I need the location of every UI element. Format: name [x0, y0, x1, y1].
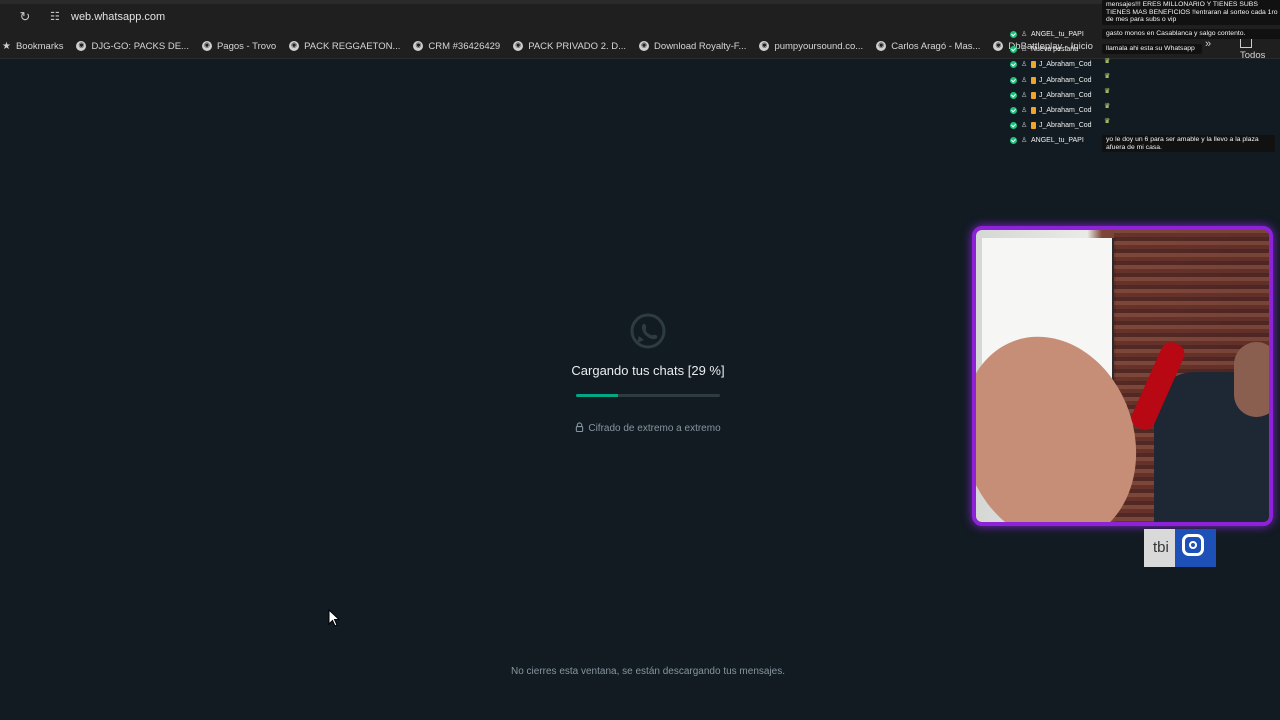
bookmark-icon: ◉: [759, 41, 770, 51]
viewer-name: ANGEL_tu_PAPI: [1031, 31, 1084, 39]
bookmark-item[interactable]: ◉ DJG-GO: PACKS DE...: [76, 40, 189, 52]
loading-status: Cargando tus chats [29 %]: [571, 363, 725, 378]
online-check-icon: [1010, 91, 1017, 99]
bookmark-item[interactable]: ◉ PACK PRIVADO 2. D...: [513, 41, 626, 52]
viewer-name: J_Abraham_Cod: [1039, 76, 1092, 84]
viewer-row: ♙ J_Abraham_Cod: [1010, 118, 1104, 133]
site-info-icon[interactable]: ☷: [50, 10, 64, 24]
encryption-text: Cifrado de extremo a extremo: [588, 423, 721, 434]
crown-icon: ♛: [1104, 103, 1111, 110]
user-icon: ♙: [1021, 91, 1028, 99]
encryption-note: Cifrado de extremo a extremo: [540, 422, 756, 434]
bookmark-icon: ◉: [413, 41, 424, 51]
social-badge: tbi: [1144, 529, 1216, 567]
online-check-icon: [1010, 137, 1017, 145]
crown-icon: ♛: [1104, 88, 1111, 95]
webcam-face: [1234, 342, 1269, 417]
bookmark-item[interactable]: ◉ PACK REGGAETON...: [289, 41, 400, 52]
bookmark-item[interactable]: ◉ Carlos Aragó - Mas...: [876, 41, 980, 52]
whatsapp-icon: [629, 312, 667, 350]
loading-progress-fill: [576, 394, 618, 397]
loading-progress-bar: [576, 394, 720, 397]
sub-badge-icon: [1031, 122, 1036, 130]
viewer-row: ♙ Nueva pestaña: [1010, 42, 1104, 57]
bookmark-icon: ◉: [289, 41, 300, 51]
bookmarks-button[interactable]: ★ Bookmarks: [0, 41, 63, 52]
bookmark-icon: ◉: [76, 41, 87, 51]
user-icon: ♙: [1021, 61, 1028, 69]
online-check-icon: [1010, 107, 1017, 115]
bookmark-icon: ◉: [876, 41, 887, 51]
mouse-pointer-icon: [328, 609, 340, 627]
chat-message: gasto monos en Casablanca y salgo conten…: [1102, 29, 1280, 39]
user-icon: ♙: [1021, 76, 1028, 84]
viewer-name: J_Abraham_Cod: [1039, 122, 1092, 130]
online-check-icon: [1010, 61, 1017, 69]
online-check-icon: [1010, 46, 1017, 54]
online-check-icon: [1010, 122, 1017, 130]
viewer-name: ANGEL_tu_PAPI: [1031, 137, 1084, 145]
social-badge-text: tbi: [1153, 539, 1169, 556]
sub-badge-icon: [1031, 76, 1036, 84]
download-warning: No cierres esta ventana, se están descar…: [510, 666, 786, 677]
bookmark-label: PACK PRIVADO 2. D...: [528, 40, 627, 52]
bookmark-label: Carlos Aragó - Mas...: [891, 40, 981, 52]
bookmark-label: DJG-GO: PACKS DE...: [91, 40, 189, 52]
crown-icon: ♛: [1104, 58, 1111, 65]
viewer-row: ♙ ANGEL_tu_PAPI: [1010, 27, 1104, 42]
viewer-row: ♙ J_Abraham_Cod: [1010, 103, 1104, 118]
chat-message: llamala ahi esta su Whatsapp: [1102, 44, 1202, 54]
viewer-name: J_Abraham_Cod: [1039, 107, 1092, 115]
bookmark-item[interactable]: ◉ Pagos - Trovo: [201, 40, 277, 52]
bookmark-label: Pagos - Trovo: [216, 40, 277, 52]
bookmark-icon: ◉: [639, 41, 650, 51]
url-field[interactable]: web.whatsapp.com: [71, 11, 165, 23]
online-check-icon: [1010, 76, 1017, 84]
bookmark-label: Download Royalty-F...: [654, 40, 747, 52]
bookmark-icon: ◉: [201, 41, 212, 51]
viewer-name: J_Abraham_Cod: [1039, 61, 1092, 69]
viewer-row: ♙ J_Abraham_Cod: [1010, 88, 1104, 103]
reload-icon[interactable]: ↻: [18, 10, 32, 24]
user-icon: ♙: [1021, 31, 1028, 39]
sub-badge-icon: [1031, 91, 1036, 99]
crown-icon: ♛: [1104, 73, 1111, 80]
viewer-list: ♙ ANGEL_tu_PAPI ♙ Nueva pestaña ♙ J_Abraham…: [1010, 27, 1104, 149]
user-icon: ♙: [1021, 137, 1028, 145]
bookmark-icon: ◉: [513, 41, 524, 51]
chat-message: yo le doy un 6 para ser amable y la llev…: [1102, 135, 1275, 152]
viewer-name: J_Abraham_Cod: [1039, 91, 1092, 99]
bookmark-label: pumpyoursound.co...: [774, 40, 864, 52]
viewer-row: ♙ J_Abraham_Cod: [1010, 57, 1104, 72]
user-icon: ♙: [1021, 122, 1028, 130]
sub-badge-icon: [1031, 61, 1036, 69]
user-icon: ♙: [1021, 46, 1028, 54]
viewer-row: ♙ ANGEL_tu_PAPI: [1010, 133, 1104, 148]
bookmark-label: PACK REGGAETON...: [304, 40, 401, 52]
star-icon: ★: [2, 40, 11, 52]
stream-chat-overlay: ♙ ANGEL_tu_PAPI ♙ Nueva pestaña ♙ J_Abraham…: [1004, 0, 1280, 160]
crown-icon: ♛: [1104, 118, 1111, 125]
webcam-overlay: [972, 226, 1273, 526]
viewer-name: Nueva pestaña: [1031, 46, 1079, 54]
bookmarks-label: Bookmarks: [15, 40, 64, 52]
bookmark-icon: ◉: [993, 41, 1004, 51]
viewer-row: ♙ J_Abraham_Cod: [1010, 73, 1104, 88]
loading-panel: Cargando tus chats [29 %] Cifrado de ext…: [540, 312, 756, 434]
bookmark-item[interactable]: ◉ pumpyoursound.co...: [759, 41, 863, 52]
sub-badge-icon: [1031, 107, 1036, 115]
bookmark-label: CRM #36426429: [428, 40, 501, 52]
bookmark-item[interactable]: ◉ CRM #36426429: [413, 41, 500, 52]
instagram-icon: [1175, 529, 1216, 567]
online-check-icon: [1010, 31, 1017, 39]
lock-icon: [576, 422, 584, 432]
bookmark-item[interactable]: ◉ Download Royalty-F...: [639, 41, 746, 52]
chat-message: mensajes!!! ERES MILLONARIO Y TIENES SUB…: [1102, 0, 1280, 25]
user-icon: ♙: [1021, 107, 1028, 115]
